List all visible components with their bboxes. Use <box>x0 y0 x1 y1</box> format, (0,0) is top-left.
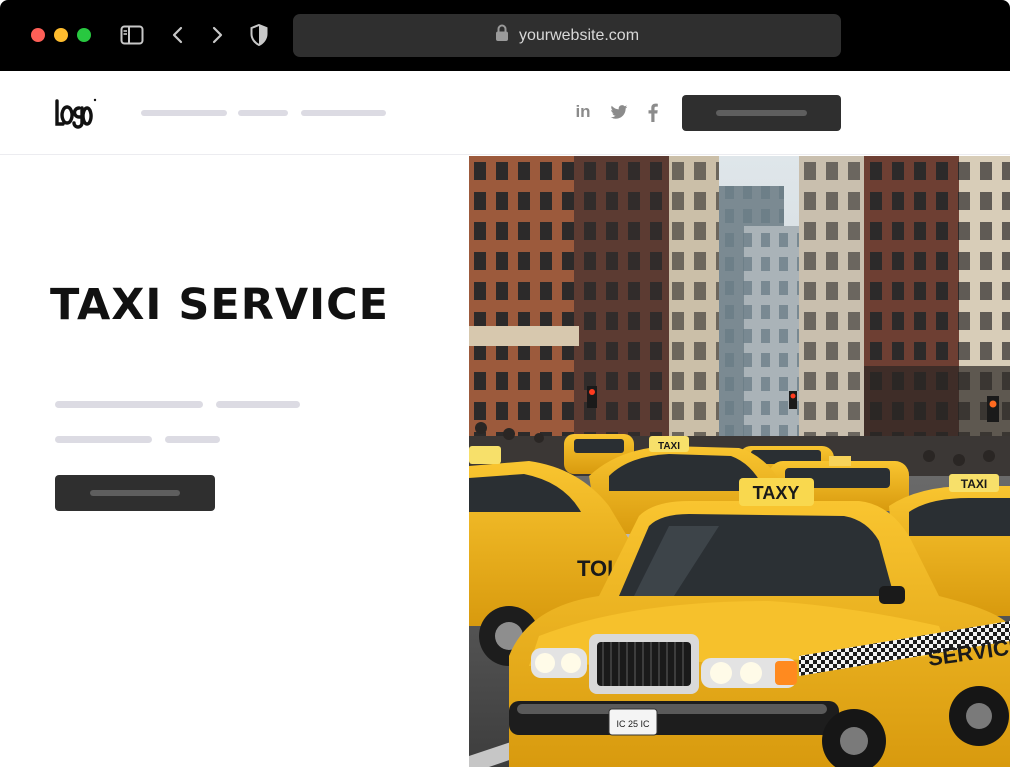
hero-image: TAXI TOLS TAXI TAXY SERVICE IC 25 IC <box>469 156 1010 767</box>
svg-text:IC 25 IC: IC 25 IC <box>616 719 650 729</box>
hero-text-line <box>216 401 300 408</box>
shield-icon[interactable] <box>246 22 272 48</box>
hero-cta-label <box>90 490 180 496</box>
header-cta-label <box>716 110 807 116</box>
hero-title: TAXI SERVICE <box>50 280 390 330</box>
hero-text-line <box>55 401 203 408</box>
address-bar[interactable]: yourwebsite.com <box>293 14 841 57</box>
close-window-button[interactable] <box>31 28 45 42</box>
sidebar-icon[interactable] <box>119 22 145 48</box>
maximize-window-button[interactable] <box>77 28 91 42</box>
url-text: yourwebsite.com <box>518 26 640 44</box>
hero-text-line <box>55 436 152 443</box>
linkedin-icon[interactable]: in <box>572 101 594 123</box>
logo[interactable] <box>54 96 98 130</box>
facebook-icon[interactable] <box>642 101 664 123</box>
header-cta-button[interactable] <box>682 95 841 131</box>
svg-text:TAXI: TAXI <box>658 441 680 452</box>
minimize-window-button[interactable] <box>54 28 68 42</box>
nav-item-1[interactable] <box>141 110 227 116</box>
twitter-icon[interactable] <box>608 101 630 123</box>
nav-item-2[interactable] <box>238 110 288 116</box>
svg-text:TAXY: TAXY <box>753 483 800 503</box>
lock-icon <box>495 24 509 47</box>
back-arrow-icon[interactable] <box>165 22 191 48</box>
hero-text-line <box>165 436 220 443</box>
svg-text:TAXI: TAXI <box>961 477 987 491</box>
site-header: in <box>0 71 1010 155</box>
hero-cta-button[interactable] <box>55 475 215 511</box>
forward-arrow-icon[interactable] <box>204 22 230 48</box>
browser-chrome: yourwebsite.com <box>0 0 1010 71</box>
nav-item-3[interactable] <box>301 110 386 116</box>
